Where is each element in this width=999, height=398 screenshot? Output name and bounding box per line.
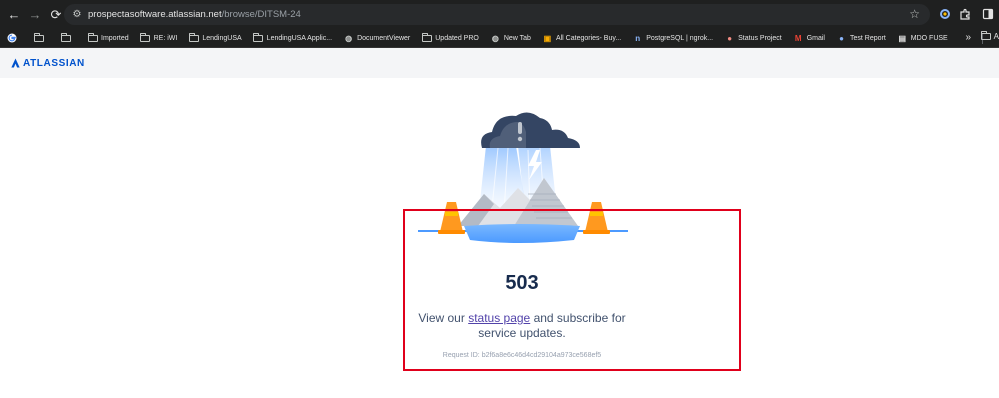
- bookmark-star-icon[interactable]: ☆: [909, 7, 920, 21]
- globe-icon: ◍: [491, 33, 499, 43]
- bookmark-label: All Categories- Buy...: [555, 34, 622, 42]
- bookmark-label: Test Report: [849, 34, 886, 42]
- bookmark-label: MDO FUSE: [910, 34, 948, 42]
- folder-icon: [980, 31, 991, 40]
- atlassian-header: ATLASSIAN: [0, 48, 999, 78]
- url-host: prospectasoftware.atlassian.net: [88, 9, 222, 20]
- report-icon: ●: [839, 33, 844, 43]
- atlassian-wordmark: ATLASSIAN: [23, 57, 85, 69]
- bookmark-item[interactable]: [6, 33, 20, 43]
- fuse-icon: ▤: [898, 33, 907, 43]
- atlassian-mark-icon: [11, 58, 20, 68]
- atlassian-logo[interactable]: ATLASSIAN: [11, 58, 85, 69]
- folder-icon: [140, 32, 151, 43]
- error-code: 503: [505, 272, 539, 294]
- bookmark-item[interactable]: ● Status Project: [724, 34, 782, 43]
- bookmark-item[interactable]: LendingUSA Applic...: [253, 32, 333, 43]
- status-page-link[interactable]: status page: [468, 311, 530, 325]
- bookmark-label: PostgreSQL | ngrok...: [646, 34, 714, 42]
- bookmark-label: LendingUSA: [202, 34, 242, 42]
- bookmark-label: Imported: [101, 34, 129, 42]
- extensions-puzzle-icon[interactable]: [957, 6, 973, 22]
- folder-icon: [421, 32, 432, 43]
- store-icon: ▣: [543, 33, 552, 43]
- address-bar[interactable]: ⚙ prospectasoftware.atlassian.net/browse…: [64, 4, 930, 25]
- bookmark-item[interactable]: ◍ New Tab: [490, 34, 531, 43]
- bookmark-item[interactable]: ▤ MDO FUSE: [897, 34, 948, 43]
- message-prefix: View our: [418, 311, 469, 325]
- ngrok-icon: n: [635, 33, 641, 43]
- bookmark-label: Updated PRO: [435, 34, 479, 42]
- bookmark-label: A: [993, 32, 999, 41]
- bookmark-label: RE: iWI: [153, 34, 178, 42]
- status-icon: ●: [727, 33, 733, 43]
- reload-icon[interactable]: ⟳: [46, 5, 66, 25]
- url-path: /browse/DITSM-24: [221, 9, 301, 20]
- bookmark-item[interactable]: [60, 32, 74, 43]
- bookmark-item[interactable]: ● Test Report: [836, 34, 886, 43]
- google-icon: [6, 33, 17, 43]
- bookmark-item[interactable]: M Gmail: [793, 34, 825, 43]
- folder-icon: [33, 32, 44, 43]
- extension-colorful-icon[interactable]: [937, 6, 953, 22]
- error-message: View our status page and subscribe for s…: [403, 311, 641, 341]
- bookmark-item[interactable]: LendingUSA: [188, 32, 242, 43]
- bookmark-label: Status Project: [738, 34, 782, 42]
- bookmark-item[interactable]: [33, 32, 47, 43]
- bookmarks-overflow-icon[interactable]: »: [965, 32, 971, 43]
- folder-icon: [60, 32, 71, 43]
- browser-toolbar: ← → ⟳ ⚙ prospectasoftware.atlassian.net/…: [0, 0, 999, 29]
- url-text[interactable]: prospectasoftware.atlassian.net/browse/D…: [88, 9, 301, 20]
- globe-icon: ◍: [345, 33, 353, 43]
- bookmark-item[interactable]: Imported: [87, 32, 129, 43]
- folder-icon: [188, 32, 199, 43]
- bookmark-label: New Tab: [503, 34, 531, 42]
- bookmark-all-bookmarks[interactable]: A: [980, 31, 999, 41]
- bookmark-label: Gmail: [806, 34, 825, 42]
- bookmark-label: DocumentViewer: [357, 34, 411, 42]
- bookmark-label: LendingUSA Applic...: [266, 34, 333, 42]
- bookmark-item[interactable]: RE: iWI: [140, 32, 178, 43]
- bookmark-item[interactable]: ◍ DocumentViewer: [343, 34, 410, 43]
- forward-arrow-icon[interactable]: →: [25, 5, 45, 25]
- bookmark-item[interactable]: n PostgreSQL | ngrok...: [632, 34, 713, 43]
- folder-icon: [253, 32, 264, 43]
- bookmark-item[interactable]: Updated PRO: [421, 32, 479, 43]
- side-panel-icon[interactable]: [980, 6, 996, 22]
- gmail-icon: M: [794, 33, 802, 43]
- request-id: Request ID: b2f6a8e6c46d4cd29104a973ce56…: [442, 352, 602, 359]
- bookmark-item[interactable]: ▣ All Categories- Buy...: [542, 33, 622, 43]
- back-arrow-icon[interactable]: ←: [4, 5, 24, 25]
- bookmarks-bar: Imported RE: iWI LendingUSA LendingUSA Appl…: [0, 29, 999, 48]
- folder-icon: [87, 32, 98, 43]
- site-info-icon[interactable]: ⚙: [70, 8, 84, 22]
